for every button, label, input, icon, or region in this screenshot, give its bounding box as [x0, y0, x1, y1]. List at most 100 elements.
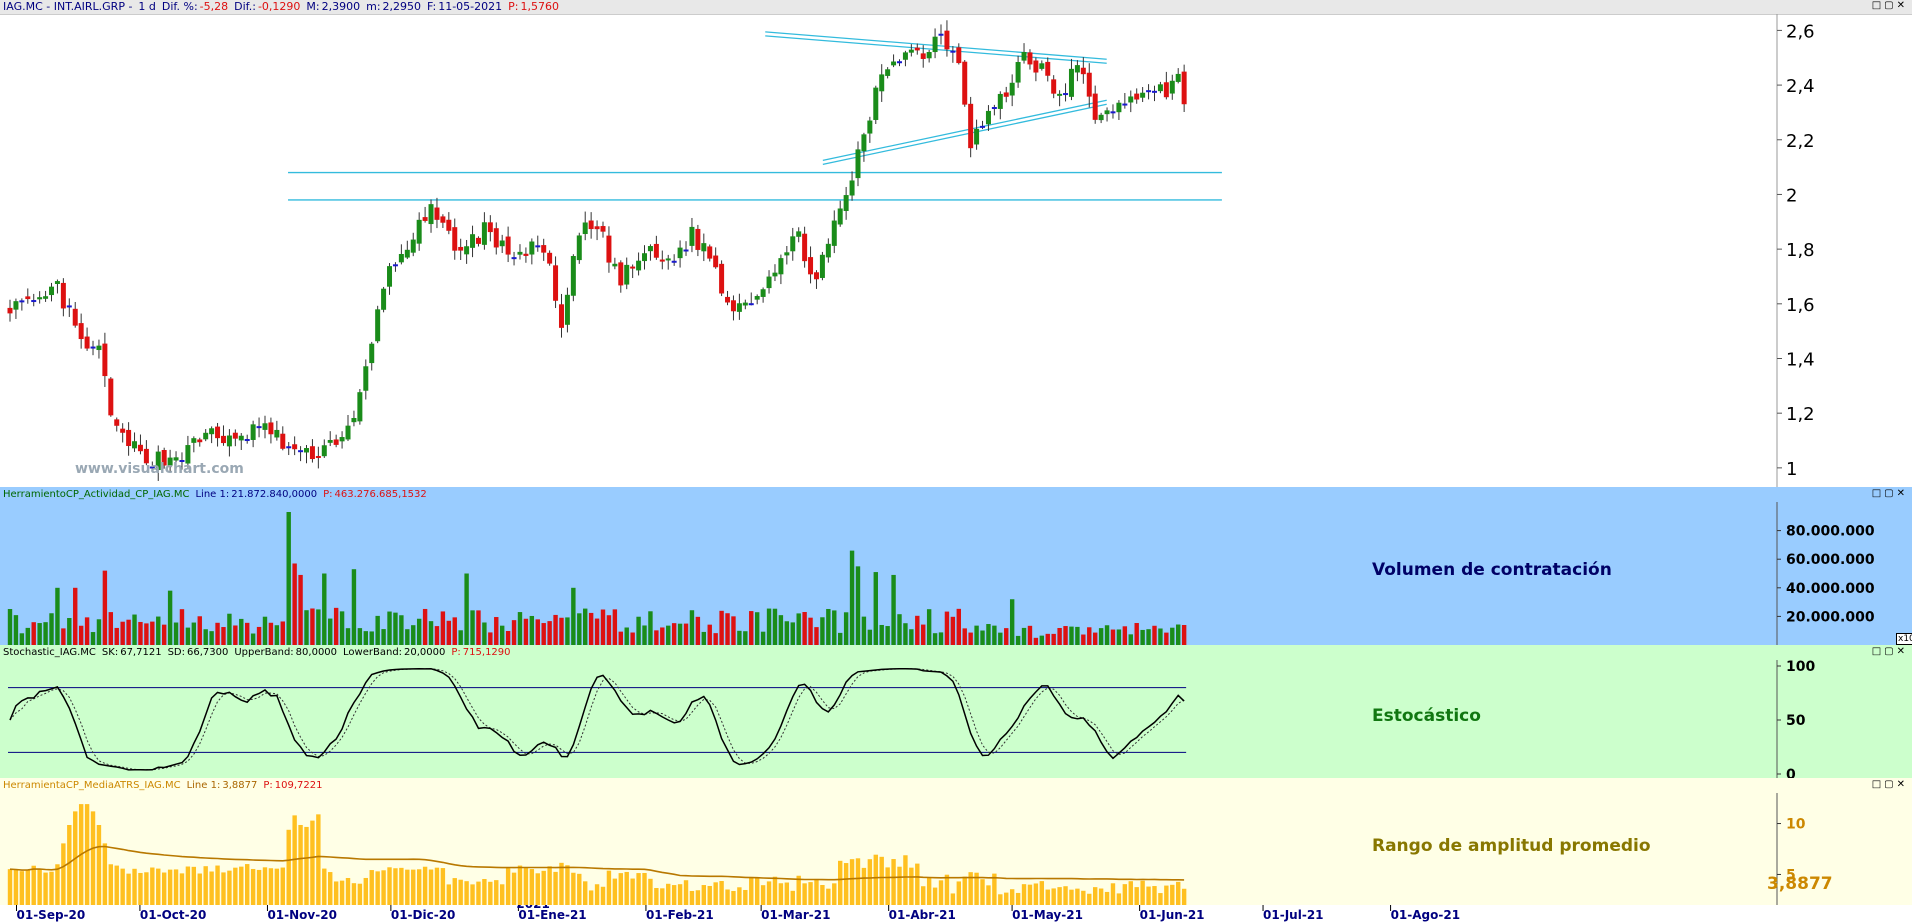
- candle-body: [606, 235, 612, 263]
- atr-bar: [838, 860, 843, 905]
- volume-bar: [167, 590, 173, 645]
- volume-bar: [114, 627, 119, 645]
- candle-body: [114, 419, 120, 426]
- candle-body: [713, 255, 719, 268]
- candle-body: [268, 422, 274, 435]
- volume-window-buttons[interactable]: □▢✕: [1872, 488, 1908, 499]
- volume-bar: [897, 614, 902, 645]
- candle-body: [1181, 71, 1187, 105]
- atr-bar: [944, 874, 950, 905]
- candle-body: [244, 439, 250, 442]
- candle-body: [547, 252, 553, 264]
- volume-bar: [1063, 626, 1068, 645]
- volume-bar: [191, 622, 197, 645]
- candle-body: [790, 236, 796, 252]
- candle-body: [398, 254, 404, 263]
- atr-bar: [108, 864, 114, 905]
- atr-bar: [179, 873, 185, 905]
- volume-chart[interactable]: 80.000.000 60.000.000 40.000.000 20.000.000: [0, 502, 1912, 645]
- candle-body: [897, 61, 902, 64]
- min-label: m:: [366, 0, 381, 13]
- volume-bar: [369, 631, 374, 645]
- atr-bar: [932, 887, 938, 905]
- volume-bar: [683, 623, 689, 645]
- atr-bar: [250, 868, 256, 905]
- candle-body: [1157, 84, 1163, 92]
- candle-body: [902, 52, 908, 60]
- atr-bar: [879, 856, 884, 905]
- atr-bar: [1134, 887, 1139, 905]
- candle-body: [1074, 65, 1080, 73]
- volume-bar: [440, 611, 446, 645]
- price-y-tick-label: 1: [1786, 459, 1797, 480]
- atr-bar: [499, 884, 505, 905]
- volume-bar: [19, 633, 25, 645]
- atr-bar: [565, 865, 570, 905]
- candle-body: [944, 30, 950, 50]
- volume-bar: [328, 618, 333, 645]
- candle-body: [220, 435, 226, 444]
- atr-bar: [541, 870, 546, 905]
- candle-body: [932, 36, 938, 53]
- candle-body: [968, 103, 974, 149]
- volume-bar: [422, 608, 428, 645]
- atr-bar: [921, 886, 926, 905]
- stoch-ub-label: UpperBand:: [234, 647, 294, 658]
- atr-bar: [583, 881, 588, 905]
- volume-bar: [1009, 599, 1015, 645]
- volume-bar: [1045, 633, 1050, 645]
- atr-bar: [790, 890, 795, 905]
- volume-bar: [879, 624, 884, 645]
- stochastic-title: Estocástico: [1372, 706, 1481, 726]
- atr-bar: [808, 882, 813, 905]
- volume-bar: [565, 617, 570, 645]
- volume-bar: [144, 623, 149, 645]
- atr-bar: [1045, 889, 1050, 905]
- candle-body: [588, 220, 594, 230]
- atr-bar: [642, 872, 647, 905]
- atr-bar: [61, 843, 66, 905]
- atr-bar: [1087, 893, 1092, 905]
- date-tick-label: 01-May-21: [1012, 908, 1083, 922]
- candle-body: [1169, 80, 1175, 94]
- atr-bar: [156, 868, 161, 905]
- volume-bar: [737, 630, 742, 645]
- candle-body: [511, 257, 517, 260]
- candle-body: [381, 288, 387, 310]
- atr-bar: [19, 871, 25, 905]
- stoch-window-buttons[interactable]: □▢✕: [1872, 646, 1908, 657]
- candle-body: [885, 69, 891, 76]
- atr-bar: [55, 864, 60, 905]
- price-window-buttons[interactable]: □▢✕: [1872, 0, 1908, 11]
- candle-body: [1163, 82, 1169, 98]
- stochastic-chart[interactable]: 100 50 0: [0, 660, 1912, 778]
- volume-bar: [203, 629, 208, 645]
- stoch-y-tick-label: 0: [1786, 767, 1796, 778]
- candle-body: [564, 294, 570, 325]
- candle-body: [665, 258, 671, 261]
- atr-bar: [1104, 891, 1110, 905]
- atr-bar: [630, 878, 635, 905]
- candle-body: [1092, 93, 1098, 120]
- atr-bar: [387, 867, 392, 905]
- atr-bar: [636, 873, 641, 905]
- volume-bar: [517, 612, 523, 645]
- volume-bar: [476, 610, 481, 645]
- atr-bar: [132, 868, 137, 905]
- volume-bar: [227, 613, 232, 645]
- atr-bar: [577, 873, 582, 905]
- volume-bar: [838, 632, 843, 645]
- atr-window-buttons[interactable]: □▢✕: [1872, 779, 1908, 790]
- volume-bar: [743, 631, 748, 645]
- atr-bar: [7, 869, 13, 905]
- candle-body: [481, 222, 487, 245]
- volume-bar: [96, 619, 102, 645]
- volume-bar: [849, 550, 855, 645]
- atr-bar: [13, 869, 19, 905]
- atr-bar: [535, 873, 540, 905]
- atr-bar: [784, 882, 790, 905]
- atr-bar: [49, 871, 54, 905]
- price-chart[interactable]: 2,6 2,4 2,2 2 1,8 1,6 1,4 1,2 1: [0, 14, 1912, 487]
- volume-bar: [428, 621, 434, 645]
- candle-body: [49, 286, 55, 296]
